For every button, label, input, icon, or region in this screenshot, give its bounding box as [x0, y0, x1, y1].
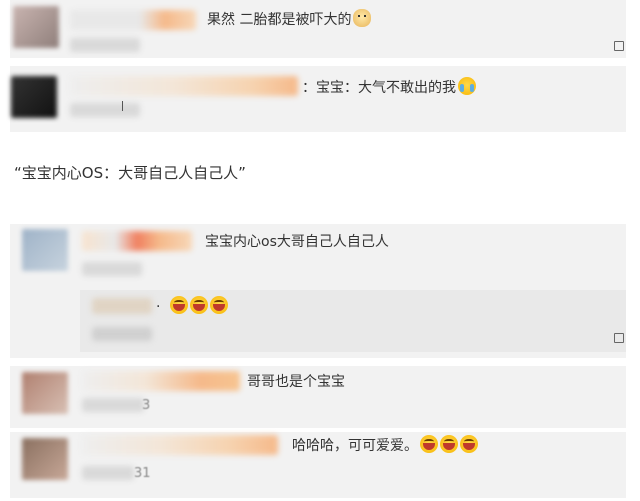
avatar[interactable]	[22, 438, 68, 480]
reply-icon[interactable]	[614, 333, 624, 343]
comment-meta	[70, 38, 140, 52]
comment-body: 果然 二胎都是被吓大的	[207, 12, 352, 28]
avatar[interactable]	[22, 229, 68, 271]
dog-emoji-icon	[353, 9, 372, 27]
comment-text: 哈哈哈，可可爱爱。	[292, 435, 478, 456]
username[interactable]	[82, 371, 240, 391]
caption-text: “宝宝内心OS：大哥自己人自己人”	[14, 164, 246, 182]
comment-text: 果然 二胎都是被吓大的	[207, 9, 372, 30]
laughing-emoji-icon	[460, 435, 478, 453]
comment-meta	[82, 466, 134, 480]
comment-meta	[70, 103, 140, 117]
avatar[interactable]	[22, 372, 68, 414]
laughing-emoji-icon	[210, 296, 229, 314]
comment-body: 宝宝内心os大哥自己人自己人	[205, 234, 389, 250]
avatar[interactable]	[13, 6, 59, 48]
crying-emoji-icon	[458, 77, 476, 95]
comment-meta	[82, 262, 142, 276]
username[interactable]	[70, 10, 196, 30]
comment-body: ：宝宝：大气不敢出的我	[302, 80, 456, 96]
comment-text: 宝宝内心os大哥自己人自己人	[205, 232, 389, 252]
comment-text: 哥哥也是个宝宝	[247, 372, 345, 392]
reply-icon[interactable]	[614, 41, 624, 51]
comment-text: ：宝宝：大气不敢出的我	[302, 77, 476, 98]
username[interactable]	[92, 298, 152, 314]
laughing-emoji-icon	[440, 435, 458, 453]
comment-meta	[92, 327, 152, 341]
laughing-emoji-icon	[420, 435, 438, 453]
username[interactable]	[82, 435, 278, 455]
avatar[interactable]	[11, 76, 57, 118]
comment-meta	[82, 398, 144, 412]
username[interactable]	[70, 76, 298, 96]
meta-fragment: 31	[134, 466, 151, 481]
text-cursor	[122, 101, 123, 111]
comment-body: ·	[156, 299, 161, 315]
laughing-emoji-icon	[190, 296, 209, 314]
comment-body: 哈哈哈，可可爱爱。	[292, 438, 418, 454]
meta-fragment: 3	[142, 398, 151, 413]
laughing-emoji-icon	[170, 296, 189, 314]
username[interactable]	[82, 231, 192, 251]
comment-body: 哥哥也是个宝宝	[247, 374, 345, 390]
comment-text: ·	[156, 296, 229, 317]
